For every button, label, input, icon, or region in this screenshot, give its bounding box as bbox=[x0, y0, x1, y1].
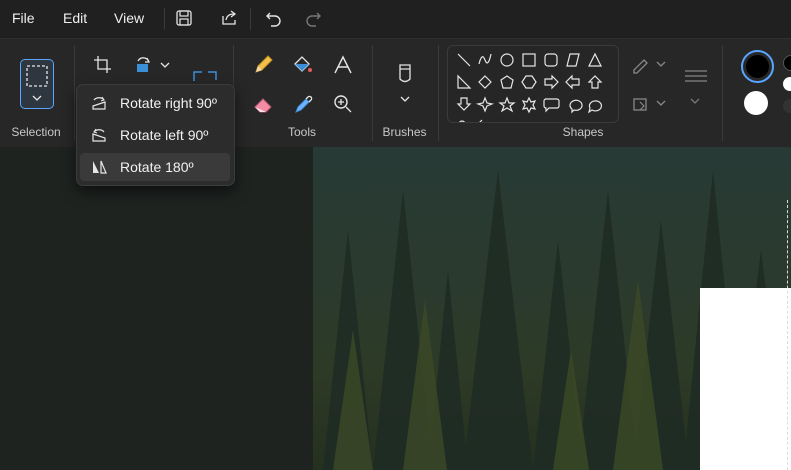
rounded-rectangle-shape-icon bbox=[544, 53, 558, 67]
hexagon-shape-icon bbox=[521, 75, 537, 89]
palette-white-swatch[interactable] bbox=[783, 77, 791, 91]
down-arrow-shape-icon bbox=[456, 97, 472, 111]
oval-shape-icon bbox=[500, 53, 514, 67]
menu-bar: File Edit View bbox=[0, 0, 791, 38]
color-picker-icon[interactable] bbox=[292, 93, 314, 115]
rect-callout-shape-icon bbox=[543, 98, 560, 113]
fill-chevron-icon[interactable] bbox=[656, 99, 666, 107]
canvas-white-area[interactable] bbox=[700, 288, 791, 470]
size-chevron-icon[interactable] bbox=[690, 97, 700, 105]
line-shape-icon bbox=[457, 53, 471, 67]
rotate-left-item[interactable]: Rotate left 90º bbox=[80, 121, 230, 149]
palette-black-swatch[interactable] bbox=[783, 55, 791, 71]
four-point-star-shape-icon bbox=[475, 96, 495, 113]
outline-chevron-icon[interactable] bbox=[656, 60, 666, 68]
pencil-icon[interactable] bbox=[252, 54, 274, 76]
brushes-group-label: Brushes bbox=[382, 125, 427, 139]
shapes-gallery[interactable] bbox=[447, 45, 619, 123]
secondary-color-swatch[interactable] bbox=[744, 91, 768, 115]
menu-divider-2 bbox=[250, 8, 251, 30]
resize-icon[interactable] bbox=[192, 69, 218, 85]
up-arrow-shape-icon bbox=[587, 75, 603, 89]
rotate-180-item[interactable]: Rotate 180º bbox=[80, 153, 230, 181]
heart-shape-icon bbox=[458, 119, 483, 122]
left-arrow-shape-icon bbox=[565, 74, 580, 90]
eraser-icon[interactable] bbox=[252, 93, 274, 115]
menu-file[interactable]: File bbox=[12, 10, 35, 26]
right-arrow-shape-icon bbox=[544, 74, 559, 90]
tools-group-label: Tools bbox=[287, 125, 316, 139]
oval-callout-shape-icon bbox=[569, 99, 583, 114]
brush-chevron-icon[interactable] bbox=[400, 95, 410, 103]
rotate-icon[interactable] bbox=[134, 55, 154, 75]
rotate-right-label: Rotate right 90º bbox=[120, 95, 217, 111]
cloud-callout-shape-icon bbox=[588, 100, 602, 114]
menu-edit[interactable]: Edit bbox=[63, 10, 87, 26]
primary-color-ring[interactable] bbox=[741, 50, 774, 83]
polygon-shape-icon bbox=[566, 53, 580, 67]
ribbon-divider-3 bbox=[372, 45, 373, 141]
selection-border bbox=[787, 200, 788, 470]
selection-button[interactable] bbox=[20, 59, 54, 109]
undo-icon[interactable] bbox=[264, 8, 284, 28]
rotate-chevron-icon[interactable] bbox=[160, 61, 170, 69]
menu-divider bbox=[164, 8, 165, 30]
save-icon[interactable] bbox=[174, 8, 194, 28]
selection-group-label: Selection bbox=[11, 125, 61, 139]
ribbon-divider-4 bbox=[438, 45, 439, 141]
rotate-180-label: Rotate 180º bbox=[120, 159, 194, 175]
diamond-shape-icon bbox=[478, 75, 492, 89]
shape-fill-icon[interactable] bbox=[631, 95, 651, 113]
text-icon[interactable] bbox=[332, 54, 354, 76]
shapes-group-label: Shapes bbox=[562, 125, 604, 139]
five-point-star-shape-icon bbox=[498, 96, 516, 113]
palette-gray-swatch[interactable] bbox=[783, 99, 791, 113]
rotate-left-icon bbox=[92, 128, 106, 142]
outline-icon[interactable] bbox=[631, 56, 651, 74]
selection-rect-icon bbox=[26, 65, 48, 87]
rotate-180-icon bbox=[93, 160, 107, 174]
chevron-down-icon bbox=[32, 95, 42, 101]
pentagon-shape-icon bbox=[500, 75, 514, 89]
rectangle-shape-icon bbox=[522, 53, 536, 67]
right-triangle-shape-icon bbox=[457, 74, 472, 89]
rotate-left-label: Rotate left 90º bbox=[120, 127, 209, 143]
ribbon-divider bbox=[74, 45, 75, 141]
shapes-gallery-grid bbox=[456, 52, 603, 122]
menu-view[interactable]: View bbox=[114, 10, 144, 26]
ribbon-divider-5 bbox=[722, 45, 723, 141]
triangle-shape-icon bbox=[588, 52, 602, 67]
crop-icon[interactable] bbox=[93, 55, 113, 75]
size-icon[interactable] bbox=[682, 67, 710, 87]
rotate-right-icon bbox=[92, 96, 106, 110]
brush-icon[interactable] bbox=[394, 61, 416, 89]
share-icon[interactable] bbox=[219, 8, 239, 28]
redo-icon[interactable] bbox=[303, 8, 323, 28]
rotate-dropdown-menu: Rotate right 90º Rotate left 90º Rotate … bbox=[76, 84, 235, 186]
six-point-star-shape-icon bbox=[521, 96, 537, 114]
rotate-right-item[interactable]: Rotate right 90º bbox=[80, 89, 230, 117]
curve-shape-icon bbox=[478, 53, 492, 65]
magnifier-icon[interactable] bbox=[332, 93, 354, 115]
primary-color-swatch[interactable] bbox=[746, 55, 769, 78]
fill-bucket-icon[interactable] bbox=[292, 54, 314, 76]
